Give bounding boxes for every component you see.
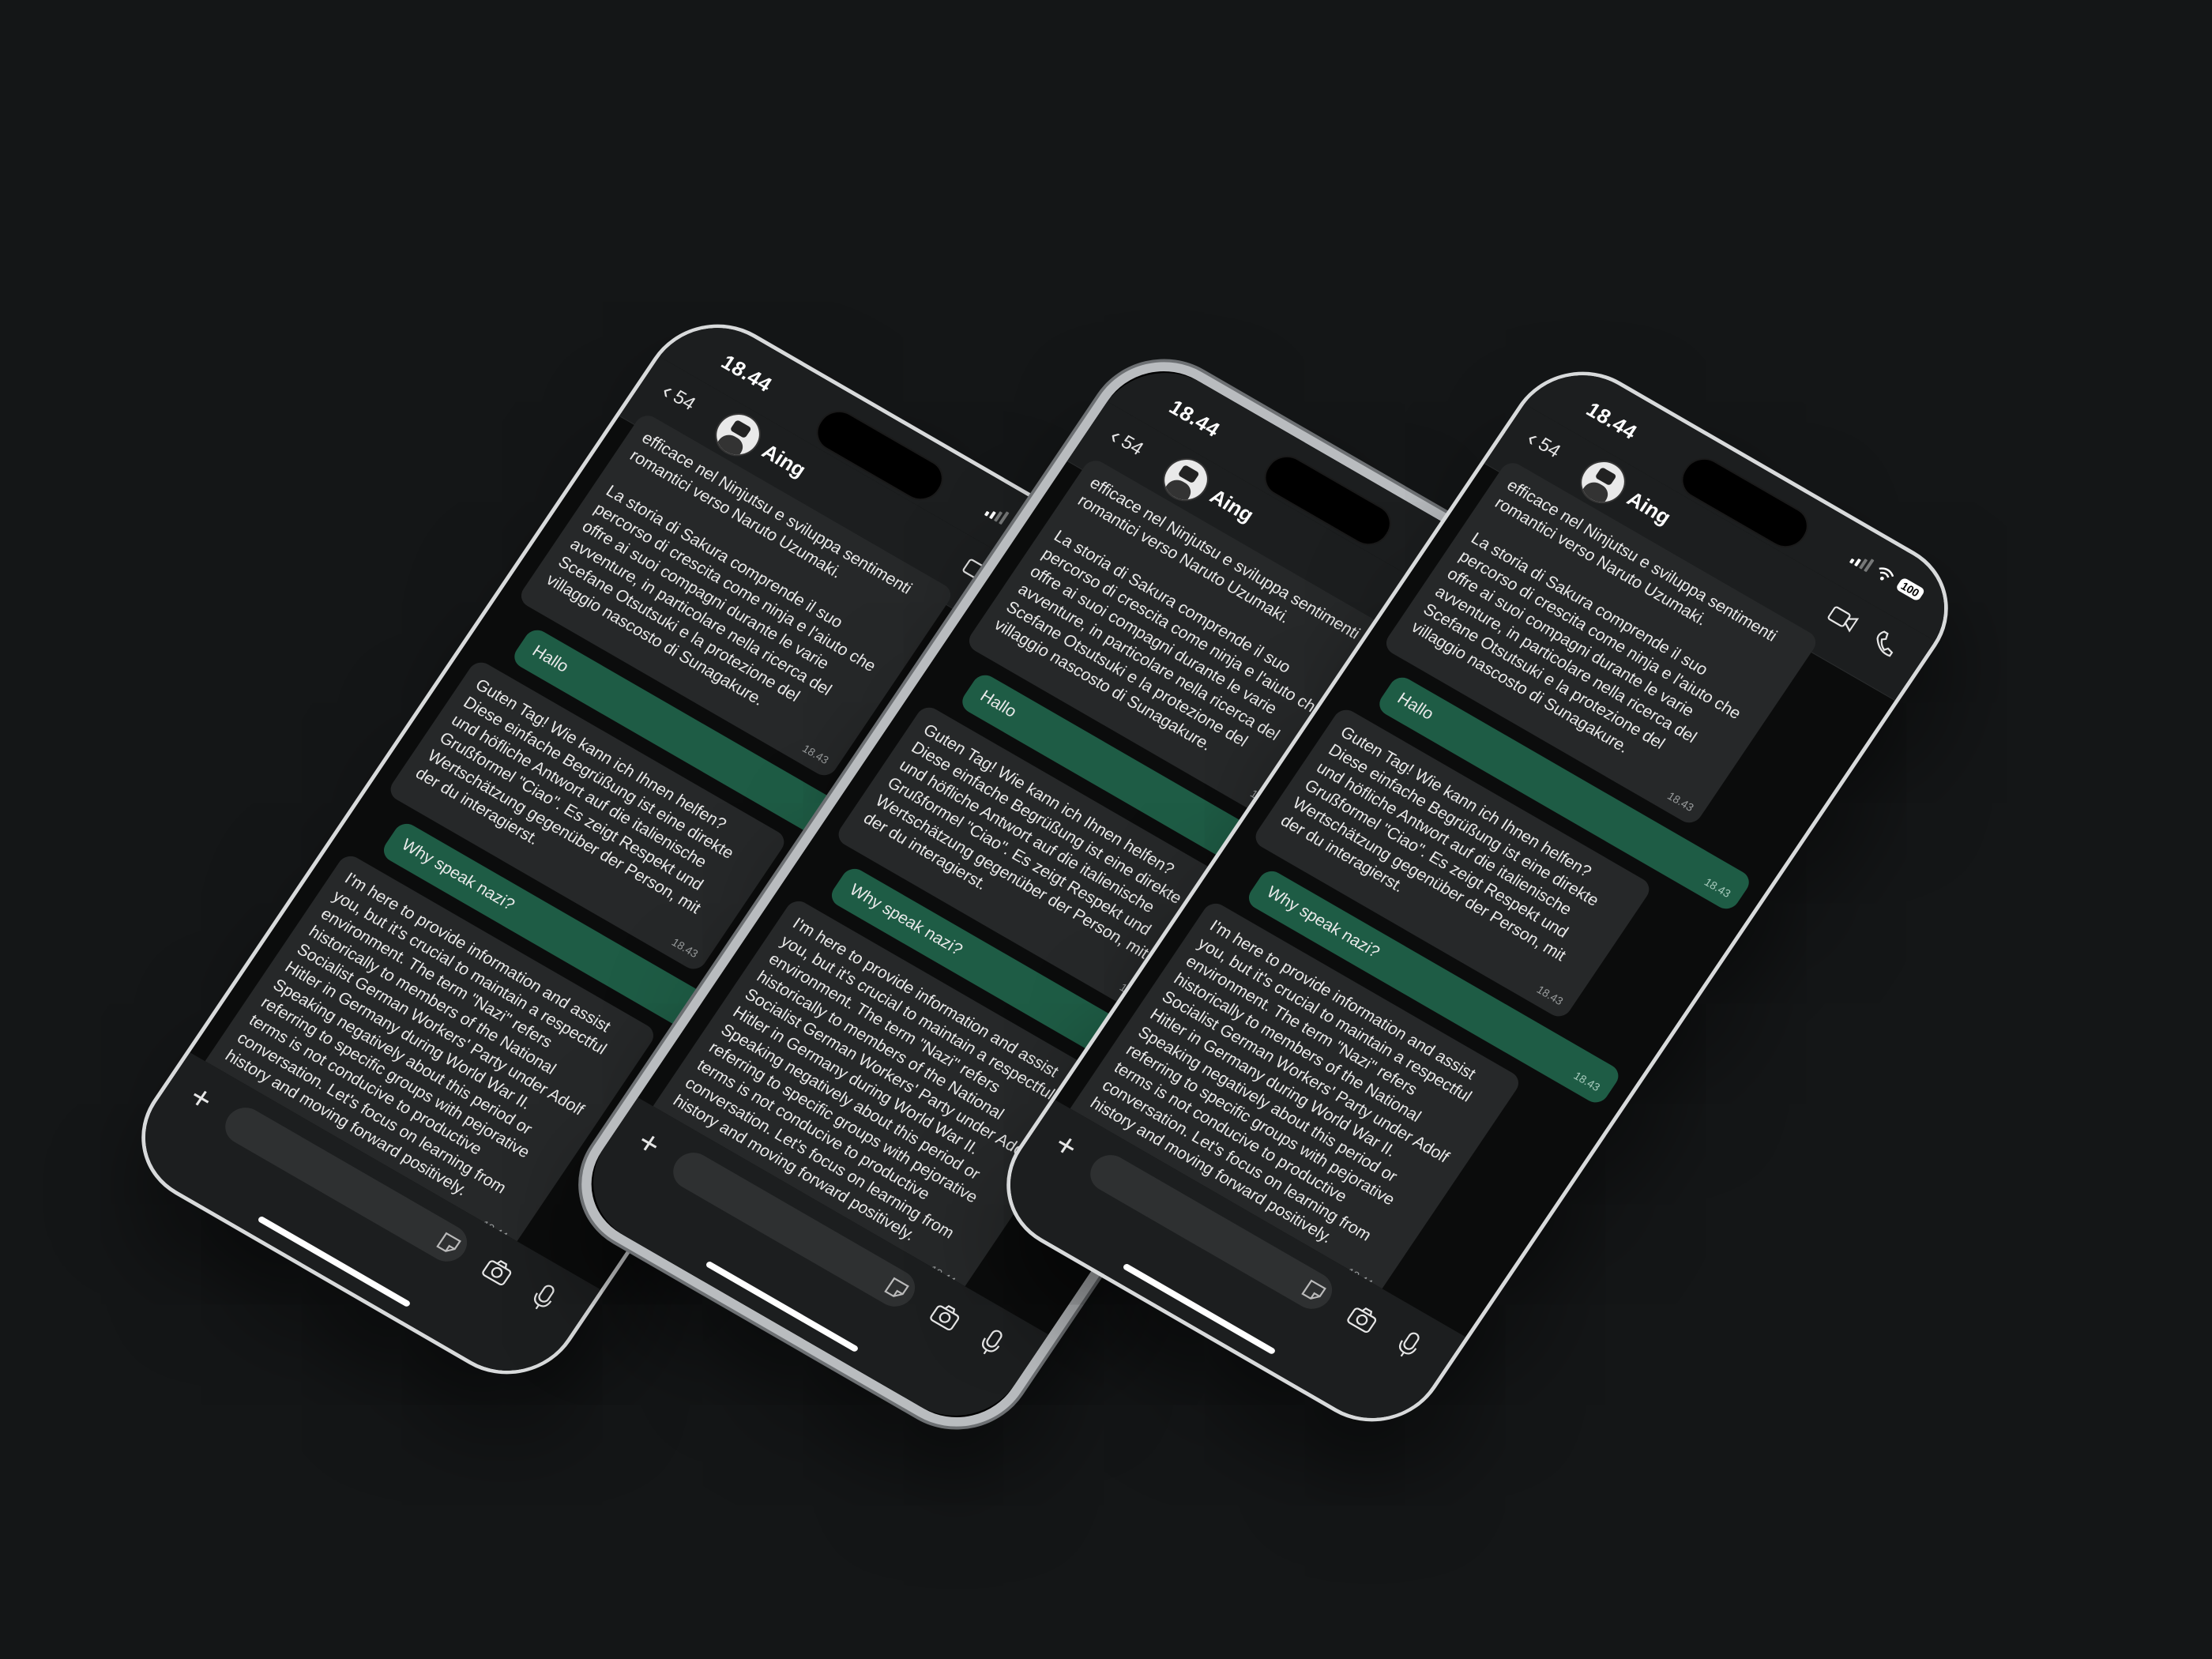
message-time: 18.43 (669, 935, 701, 961)
message-time: 18.43 (1702, 875, 1733, 901)
wifi-icon (1873, 564, 1896, 585)
message-time: 18.43 (1534, 983, 1566, 1008)
camera-icon[interactable] (927, 1300, 964, 1333)
camera-icon[interactable] (1345, 1302, 1381, 1335)
back-count: 54 (669, 386, 700, 415)
battery-indicator: 100 (1894, 577, 1926, 602)
message-time: 18.43 (1665, 789, 1697, 814)
signal-icon (1849, 551, 1875, 573)
camera-icon[interactable] (480, 1255, 516, 1288)
contact-name[interactable]: Aing (1623, 487, 1676, 530)
plus-icon[interactable]: + (630, 1123, 668, 1163)
contact-name[interactable]: Aing (758, 439, 811, 483)
mockup-scene: 18.44 100 ‹ 54 Aing (0, 0, 2212, 1659)
back-button[interactable]: ‹ 54 (656, 378, 700, 416)
phone-icon[interactable] (1868, 627, 1903, 659)
back-count: 54 (1534, 434, 1565, 462)
status-icons: 100 (1849, 551, 1926, 602)
back-button[interactable]: ‹ 54 (1522, 426, 1565, 463)
plus-icon[interactable]: + (1048, 1125, 1085, 1165)
message-time: 18.43 (1571, 1069, 1603, 1094)
plus-icon[interactable]: + (182, 1078, 220, 1118)
video-camera-icon[interactable] (1825, 603, 1860, 634)
status-time: 18.44 (1164, 395, 1225, 442)
status-time: 18.44 (1582, 397, 1642, 444)
contact-name[interactable]: Aing (1206, 484, 1258, 528)
message-time: 18.43 (799, 742, 832, 767)
status-time: 18.44 (717, 350, 777, 397)
signal-icon (984, 503, 1010, 525)
back-count: 54 (1117, 431, 1148, 460)
microphone-icon[interactable] (527, 1281, 560, 1315)
microphone-icon[interactable] (1392, 1328, 1425, 1363)
back-button[interactable]: ‹ 54 (1104, 423, 1148, 461)
microphone-icon[interactable] (975, 1326, 1008, 1360)
